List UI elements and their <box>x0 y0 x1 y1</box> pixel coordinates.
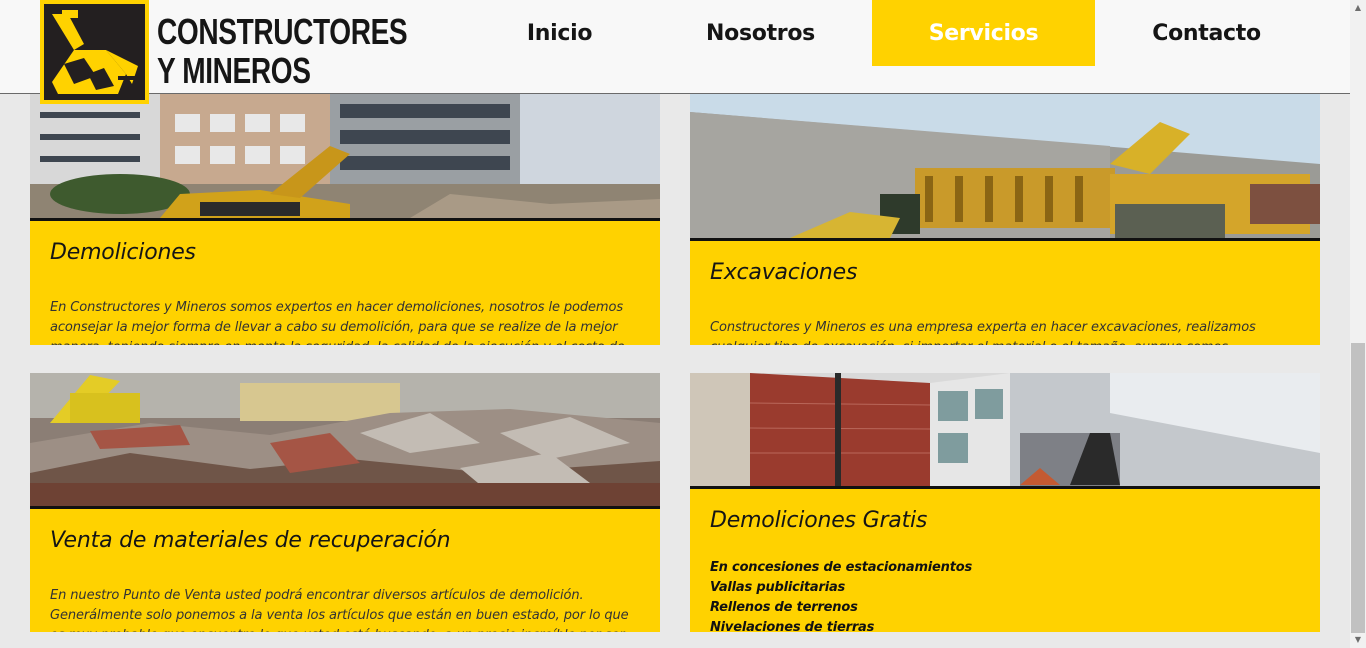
service-card-excavaciones[interactable]: Excavaciones Constructores y Mineros es … <box>690 94 1320 345</box>
service-title: Demoliciones <box>50 240 196 265</box>
excavator-logo-icon <box>44 4 145 100</box>
service-title: Venta de materiales de recuperación <box>50 528 451 553</box>
demolition-photo <box>30 94 660 218</box>
service-card-demoliciones-gratis[interactable]: Demoliciones Gratis En concesiones de es… <box>690 373 1320 632</box>
service-panel: Demoliciones En Constructores y Mineros … <box>30 221 660 345</box>
service-description: En nuestro Punto de Venta usted podrá en… <box>50 588 629 632</box>
list-item: Nivelaciones de tierras <box>710 620 875 632</box>
service-panel: Venta de materiales de recuperación En n… <box>30 509 660 632</box>
list-item: Vallas publicitarias <box>710 580 846 595</box>
brand-line-1: CONSTRUCTORES <box>157 11 408 52</box>
chevron-up-icon[interactable]: ▲ <box>1350 0 1366 16</box>
nav-item-nosotros[interactable]: Nosotros <box>649 0 872 66</box>
list-item: Rellenos de terrenos <box>710 600 858 615</box>
list-item: En concesiones de estacionamientos <box>710 560 973 575</box>
brand-name[interactable]: CONSTRUCTORES Y MINEROS <box>157 11 408 91</box>
nav-item-inicio[interactable]: Inicio <box>448 0 671 66</box>
nav-item-servicios[interactable]: Servicios <box>872 0 1095 66</box>
service-title: Excavaciones <box>710 260 858 285</box>
logo[interactable] <box>40 0 149 104</box>
service-description: En Constructores y Mineros somos experto… <box>50 300 625 345</box>
chevron-down-icon[interactable]: ▼ <box>1350 632 1366 648</box>
scrollbar-thumb[interactable] <box>1351 343 1365 633</box>
service-panel: Demoliciones Gratis En concesiones de es… <box>690 489 1320 632</box>
service-title: Demoliciones Gratis <box>710 508 928 533</box>
service-list: En concesiones de estacionamientos Valla… <box>710 558 1300 632</box>
interior-demolition-photo <box>690 373 1320 486</box>
service-panel: Excavaciones Constructores y Mineros es … <box>690 241 1320 345</box>
service-description: Constructores y Mineros es una empresa e… <box>710 320 1256 345</box>
service-card-demoliciones[interactable]: Demoliciones En Constructores y Mineros … <box>30 94 660 345</box>
brand-line-2: Y MINEROS <box>157 50 311 91</box>
excavation-photo <box>690 94 1320 238</box>
nav-item-contacto[interactable]: Contacto <box>1095 0 1318 66</box>
service-card-venta-materiales[interactable]: Venta de materiales de recuperación En n… <box>30 373 660 632</box>
rubble-photo <box>30 373 660 506</box>
